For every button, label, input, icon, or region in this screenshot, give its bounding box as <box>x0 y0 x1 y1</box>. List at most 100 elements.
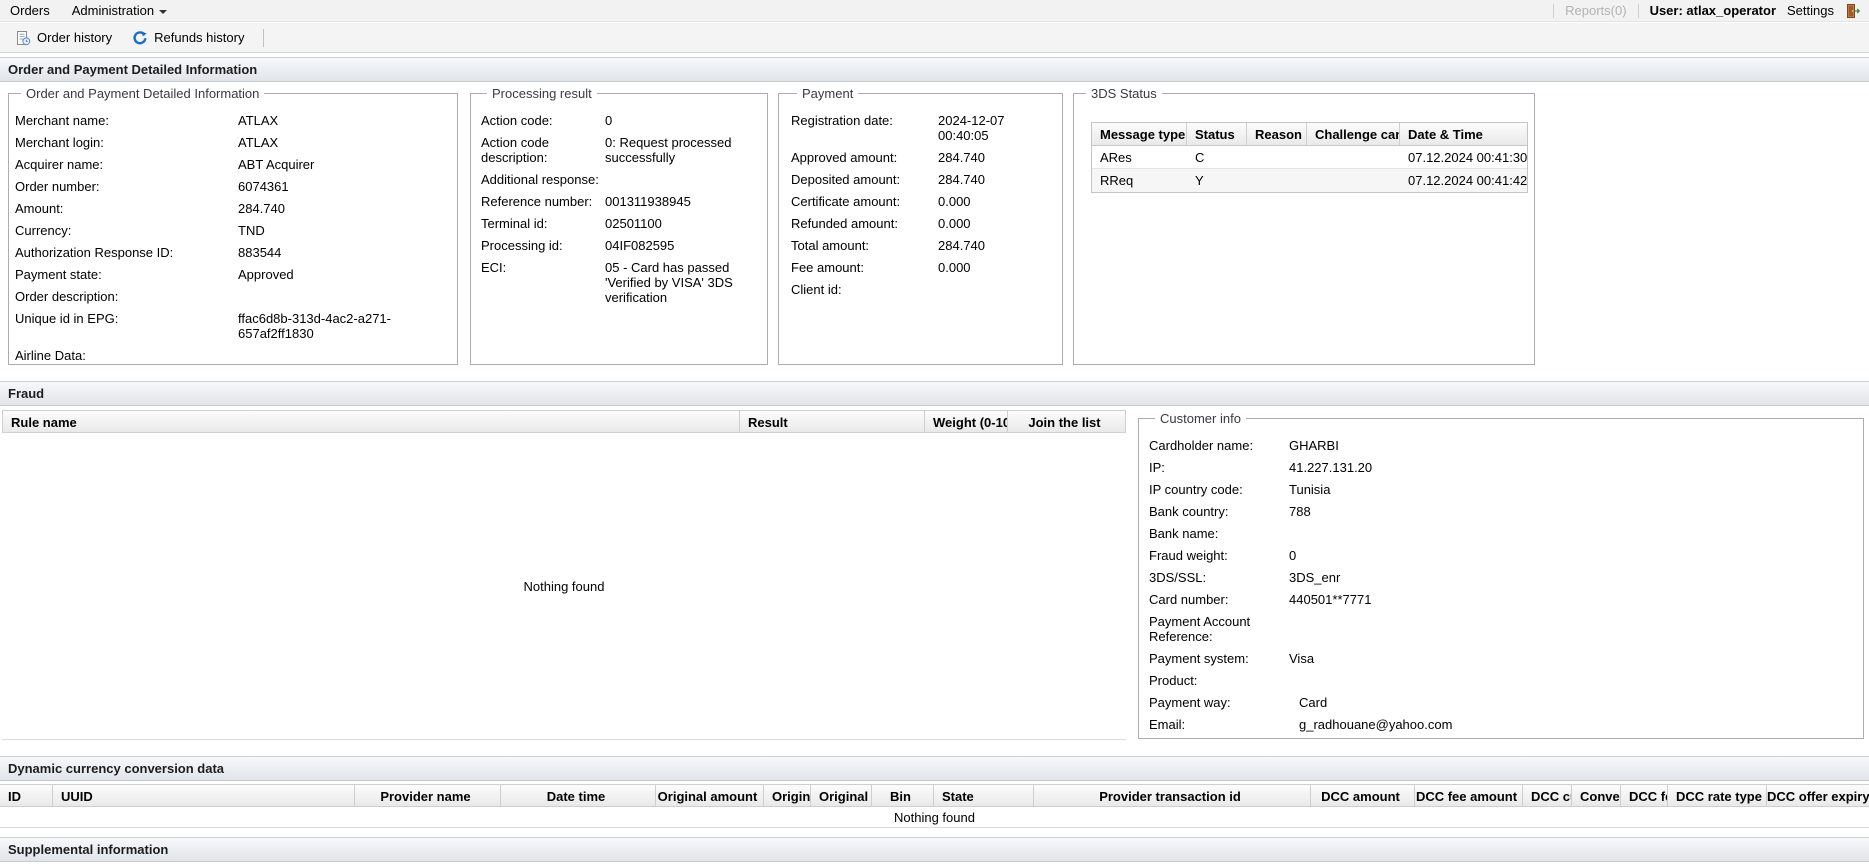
field-label: Client id: <box>791 282 842 297</box>
field-row: Order description: <box>15 289 451 304</box>
cell-reason <box>1247 169 1307 192</box>
field-row: Reference number: 001311938945 <box>481 194 761 209</box>
field-value: 41.227.131.20 <box>1289 460 1373 475</box>
field-row: Payment Account Reference: <box>1149 614 1857 644</box>
current-user-label: User: atlax_operator <box>1649 3 1777 18</box>
column-header-challenge-cancel[interactable]: Challenge cancel <box>1307 123 1400 145</box>
column-header-dcc-fee[interactable]: DCC fee <box>1621 785 1668 806</box>
menu-settings[interactable]: Settings <box>1787 3 1834 18</box>
field-value: 0 <box>1289 548 1297 563</box>
field-row: Payment system: Visa <box>1149 651 1857 666</box>
field-value <box>238 348 451 363</box>
field-row: Merchant login: ATLAX <box>15 135 451 150</box>
app-window: Orders Administration Reports(0) User: a… <box>0 0 1869 866</box>
menu-administration[interactable]: Administration <box>61 0 178 21</box>
column-header-weight[interactable]: Weight (0-100) <box>925 411 1008 432</box>
field-label: Product: <box>1149 673 1198 688</box>
field-label: Action code description: <box>481 135 549 165</box>
dcc-table: ID UUID Provider name Date time Original… <box>0 784 1869 828</box>
field-row: Action code: 0 <box>481 113 761 128</box>
column-header-join-the-list[interactable]: Join the list <box>1008 411 1125 432</box>
menu-administration-label: Administration <box>71 3 155 18</box>
column-header-dcc-amount[interactable]: DCC amount <box>1311 785 1415 806</box>
field-label: Terminal id: <box>481 216 548 231</box>
order-history-button[interactable]: Order history <box>6 27 121 49</box>
column-header-state[interactable]: State <box>934 785 1034 806</box>
column-header-rule-name[interactable]: Rule name <box>3 411 740 432</box>
field-label: Deposited amount: <box>791 172 901 187</box>
field-label: Registration date: <box>791 113 893 128</box>
logout-door-icon[interactable] <box>1845 3 1861 19</box>
field-label: IP country code: <box>1149 482 1243 497</box>
supplemental-section-title: Supplemental information <box>8 842 169 857</box>
column-header-uuid[interactable]: UUID <box>53 785 355 806</box>
field-row: Total amount: 284.740 <box>791 238 1056 253</box>
field-row: Bank name: <box>1149 526 1857 541</box>
field-value <box>1289 614 1857 644</box>
table-row[interactable]: RReq Y 07.12.2024 00:41:42 <box>1092 169 1527 192</box>
cell-status: Y <box>1195 173 1204 188</box>
column-header-date-time[interactable]: Date time <box>501 785 656 806</box>
field-label: Total amount: <box>791 238 870 253</box>
fraud-section-header: Fraud <box>0 381 1869 406</box>
field-value: 0.000 <box>938 194 971 209</box>
column-header-conversion[interactable]: Conversi <box>1572 785 1621 806</box>
field-row: Approved amount: 284.740 <box>791 150 1056 165</box>
field-row: ECI: 05 - Card has passed 'Verified by VI… <box>481 260 761 305</box>
menubar-right: Reports(0) User: atlax_operator Settings <box>1553 3 1863 19</box>
payment-panel-legend: Payment <box>802 86 854 101</box>
column-header-original-amount[interactable]: Original amount <box>656 785 764 806</box>
cell-reason <box>1247 146 1307 168</box>
column-header-original-fee[interactable]: Original f <box>764 785 811 806</box>
column-header-original-currency[interactable]: Original c <box>811 785 872 806</box>
field-label: Merchant login: <box>15 135 104 150</box>
field-value: 0.000 <box>938 260 971 275</box>
field-row: Additional response: <box>481 172 761 187</box>
menu-orders-label: Orders <box>10 3 50 18</box>
field-label: Action code: <box>481 113 553 128</box>
field-value: 440501**7771 <box>1289 592 1372 607</box>
column-header-status[interactable]: Status <box>1187 123 1247 145</box>
field-row: Client id: <box>791 282 1056 297</box>
field-value: 0.000 <box>938 216 971 231</box>
column-header-dcc-currency[interactable]: DCC curr <box>1523 785 1572 806</box>
field-row: Card number: 440501**7771 <box>1149 592 1857 607</box>
empty-text: Nothing found <box>894 810 975 825</box>
column-header-date-time[interactable]: Date & Time <box>1400 123 1527 145</box>
field-row: Fee amount: 0.000 <box>791 260 1056 275</box>
column-header-dcc-fee-amount[interactable]: DCC fee amount <box>1415 785 1523 806</box>
column-header-result[interactable]: Result <box>740 411 925 432</box>
field-label: Payment system: <box>1149 651 1249 666</box>
field-label: Unique id in EPG: <box>15 311 119 326</box>
refunds-history-button[interactable]: Refunds history <box>123 27 253 49</box>
field-row: Amount: 284.740 <box>15 201 451 216</box>
field-value: 284.740 <box>938 172 985 187</box>
field-label: Payment way: <box>1149 695 1231 710</box>
cell-status: C <box>1195 150 1205 165</box>
column-header-reason[interactable]: Reason <box>1247 123 1307 145</box>
table-row[interactable]: ARes C 07.12.2024 00:41:30 <box>1092 146 1527 169</box>
column-header-provider-transaction-id[interactable]: Provider transaction id <box>1034 785 1311 806</box>
field-value: GHARBI <box>1289 438 1339 453</box>
field-value: 2024-12-07 00:40:05 <box>938 113 1005 143</box>
menu-orders[interactable]: Orders <box>6 0 61 21</box>
column-header-dcc-offer-expiry[interactable]: DCC offer expiry <box>1767 785 1869 806</box>
field-label: Order number: <box>15 179 100 194</box>
menu-reports[interactable]: Reports(0) <box>1565 3 1626 18</box>
column-header-dcc-rate-type[interactable]: DCC rate type <box>1668 785 1767 806</box>
field-label: Approved amount: <box>791 150 898 165</box>
field-row: Currency: TND <box>15 223 451 238</box>
field-value: ABT Acquirer <box>238 157 315 172</box>
column-header-message-type[interactable]: Message type <box>1092 123 1187 145</box>
column-header-id[interactable]: ID <box>0 785 53 806</box>
field-value: 0 <box>605 113 613 128</box>
fraud-table-header: Rule name Result Weight (0-100) Join the… <box>2 410 1126 433</box>
field-value: 284.740 <box>938 238 985 253</box>
field-label: Authorization Response ID: <box>15 245 174 260</box>
column-header-bin[interactable]: Bin <box>872 785 934 806</box>
field-row: Airline Data: <box>15 348 451 363</box>
field-label: Fraud weight: <box>1149 548 1228 563</box>
column-header-provider-name[interactable]: Provider name <box>355 785 501 806</box>
field-row: IP: 41.227.131.20 <box>1149 460 1857 475</box>
dcc-section-title: Dynamic currency conversion data <box>8 761 225 776</box>
